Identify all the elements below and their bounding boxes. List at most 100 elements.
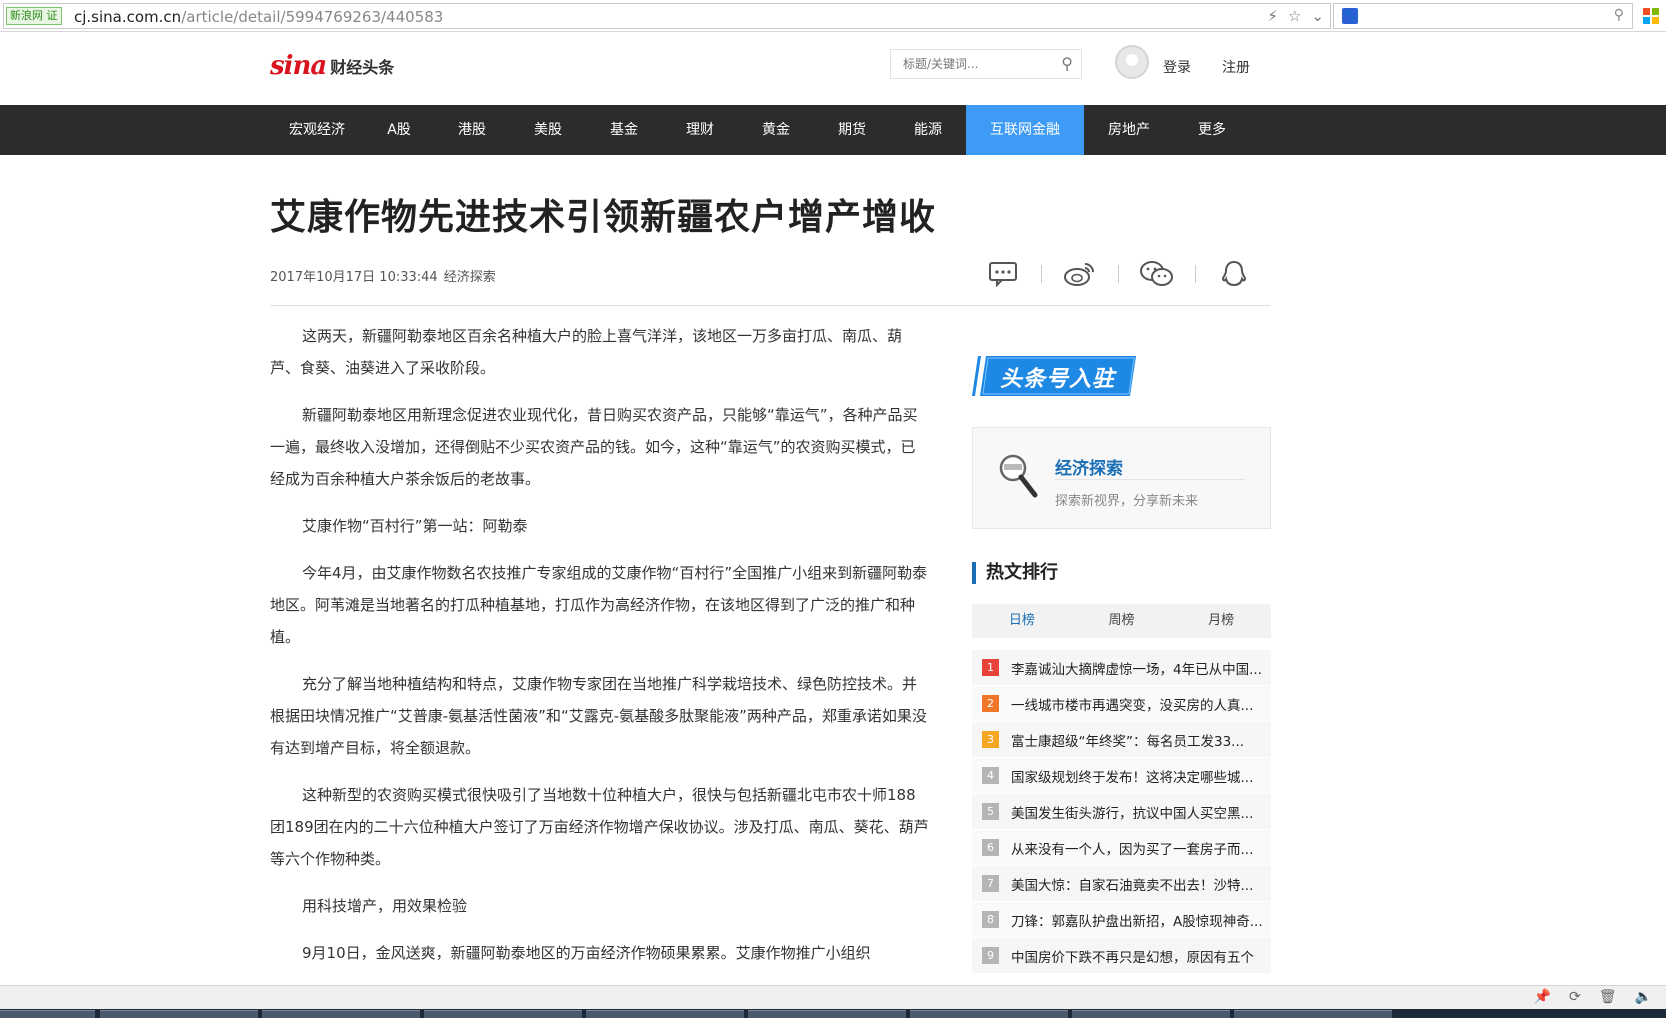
taskbar-button[interactable] xyxy=(0,1010,95,1018)
trash-icon[interactable]: 🗑 xyxy=(1599,989,1617,1005)
magnifier-icon xyxy=(993,450,1049,506)
article-title: 艾康作物先进技术引领新疆农户增产增收 xyxy=(270,197,937,238)
pin-icon[interactable]: 📌 xyxy=(1534,989,1551,1005)
author-desc: 探索新视界，分享新未来 xyxy=(1055,494,1199,509)
list-item[interactable]: 1 李嘉诚汕大摘牌虚惊一场，4年已从中国... xyxy=(972,650,1271,686)
author-name[interactable]: 经济探索 xyxy=(1055,454,1123,479)
taskbar-button[interactable] xyxy=(424,1010,582,1018)
list-item[interactable]: 8 刀锋：郭嘉队护盘出新招，A股惊现神奇... xyxy=(972,902,1271,938)
banner-text: 头条号入驻 xyxy=(1000,367,1116,392)
nav-item-hk-stocks[interactable]: 港股 xyxy=(434,105,510,155)
list-item[interactable]: 3 富士康超级“年终奖”：每名员工发33... xyxy=(972,722,1271,758)
nav-item-more[interactable]: 更多 xyxy=(1174,105,1250,155)
apps-grid-icon[interactable] xyxy=(1643,8,1659,24)
nav-item-funds[interactable]: 基金 xyxy=(586,105,662,155)
address-bar-icons: ⚡ ☆ ⌄ xyxy=(1267,7,1324,25)
taskbar-button[interactable] xyxy=(100,1010,258,1018)
browser-status-bar: 📌 ⟳ 🗑 🔈 xyxy=(0,985,1666,1009)
taskbar-button[interactable] xyxy=(910,1010,1068,1018)
url-text[interactable]: cj.sina.com.cn/article/detail/5994769263… xyxy=(74,8,443,26)
nav-item-finance[interactable]: 理财 xyxy=(662,105,738,155)
volume-icon[interactable]: 🔈 xyxy=(1635,989,1652,1005)
tab-daily[interactable]: 日榜 xyxy=(972,604,1072,638)
article-date: 2017年10月17日 10:33:44 xyxy=(270,270,438,285)
list-item[interactable]: 7 美国大惊：自家石油竟卖不出去！沙特... xyxy=(972,866,1271,902)
list-item[interactable]: 4 国家级规划终于发布！这将决定哪些城... xyxy=(972,758,1271,794)
nav-item-energy[interactable]: 能源 xyxy=(890,105,966,155)
browser-address-bar: 新浪网 证 cj.sina.com.cn/article/detail/5994… xyxy=(0,0,1666,32)
taskbar-button[interactable] xyxy=(1234,1010,1392,1018)
register-link[interactable]: 注册 xyxy=(1222,57,1250,77)
avatar[interactable] xyxy=(1115,45,1149,79)
url-field[interactable]: 新浪网 证 cj.sina.com.cn/article/detail/5994… xyxy=(3,3,1331,29)
status-icons: 📌 ⟳ 🗑 🔈 xyxy=(1534,989,1652,1005)
rank-badge: 6 xyxy=(982,839,999,856)
article-paragraph: 充分了解当地种植结构和特点，艾康作物专家团在当地推广科学栽培技术、绿色防控技术。… xyxy=(270,675,927,757)
tab-monthly[interactable]: 月榜 xyxy=(1171,604,1271,638)
taskbar-button[interactable] xyxy=(262,1010,420,1018)
search-icon[interactable]: ⚲ xyxy=(1614,7,1624,23)
article-meta: 2017年10月17日 10:33:44 经济探索 xyxy=(270,266,496,285)
rank-badge: 3 xyxy=(982,731,999,748)
tab-weekly[interactable]: 周榜 xyxy=(1072,604,1172,638)
list-item[interactable]: 2 一线城市楼市再遇突变，没买房的人真... xyxy=(972,686,1271,722)
rank-badge: 2 xyxy=(982,695,999,712)
taskbar-button[interactable] xyxy=(748,1010,906,1018)
search-input[interactable] xyxy=(891,50,1041,78)
hot-item-title[interactable]: 一线城市楼市再遇突变，没买房的人真... xyxy=(1011,694,1271,714)
hot-item-title[interactable]: 李嘉诚汕大摘牌虚惊一场，4年已从中国... xyxy=(1011,658,1271,678)
article-paragraph: 艾康作物“百村行”第一站：阿勒泰 xyxy=(302,517,528,535)
hot-item-title[interactable]: 国家级规划终于发布！这将决定哪些城... xyxy=(1011,766,1271,786)
hot-item-title[interactable]: 刀锋：郭嘉队护盘出新招，A股惊现神奇... xyxy=(1011,910,1271,930)
author-card: 经济探索 探索新视界，分享新未来 xyxy=(972,427,1271,529)
browser-search-field[interactable]: 🐾 ⚲ xyxy=(1333,3,1633,29)
hot-item-title[interactable]: 美国发生街头游行，抗议中国人买空黑... xyxy=(1011,802,1271,822)
list-item[interactable]: 9 中国房价下跌不再只是幻想，原因有五个 xyxy=(972,938,1271,974)
nav-item-a-shares[interactable]: A股 xyxy=(364,105,434,155)
rank-badge: 7 xyxy=(982,875,999,892)
refresh-icon[interactable]: ⟳ xyxy=(1569,989,1581,1005)
list-item[interactable]: 5 美国发生街头游行，抗议中国人买空黑... xyxy=(972,794,1271,830)
chevron-down-icon[interactable]: ⌄ xyxy=(1311,7,1324,25)
article-paragraph: 新疆阿勒泰地区用新理念促进农业现代化，昔日购买农资产品，只能够“靠运气”，各种产… xyxy=(270,406,918,488)
qq-icon[interactable] xyxy=(1216,258,1252,290)
rank-badge: 5 xyxy=(982,803,999,820)
nav-item-real-estate[interactable]: 房地产 xyxy=(1084,105,1174,155)
rank-badge: 9 xyxy=(982,947,999,964)
hot-item-title[interactable]: 美国大惊：自家石油竟卖不出去！沙特... xyxy=(1011,874,1271,894)
hot-item-title[interactable]: 从来没有一个人，因为买了一套房子而... xyxy=(1011,838,1271,858)
author-divider xyxy=(1055,479,1245,480)
lightning-icon[interactable]: ⚡ xyxy=(1267,7,1278,25)
hot-list: 1 李嘉诚汕大摘牌虚惊一场，4年已从中国... 2 一线城市楼市再遇突变，没买房的人… xyxy=(972,650,1271,974)
os-taskbar xyxy=(0,1009,1666,1018)
paw-icon[interactable]: 🐾 xyxy=(1342,8,1358,24)
comment-icon[interactable] xyxy=(985,258,1021,290)
wechat-icon[interactable] xyxy=(1139,258,1175,290)
list-item[interactable]: 6 从来没有一个人，因为买了一套房子而... xyxy=(972,830,1271,866)
toutiao-join-banner[interactable]: 头条号入驻 xyxy=(972,354,1136,398)
hot-item-title[interactable]: 富士康超级“年终奖”：每名员工发33... xyxy=(1011,730,1271,750)
taskbar-button[interactable] xyxy=(586,1010,744,1018)
search-icon[interactable]: ⚲ xyxy=(1061,54,1073,73)
nav-item-internet-finance[interactable]: 互联网金融 xyxy=(966,105,1084,155)
nav-item-gold[interactable]: 黄金 xyxy=(738,105,814,155)
site-logo[interactable]: sina 财经头条 xyxy=(270,51,394,81)
login-link[interactable]: 登录 xyxy=(1163,57,1191,77)
share-bar xyxy=(985,258,1252,290)
hot-item-title[interactable]: 中国房价下跌不再只是幻想，原因有五个 xyxy=(1011,946,1271,966)
nav-item-futures[interactable]: 期货 xyxy=(814,105,890,155)
share-divider xyxy=(1041,265,1042,283)
article-paragraph: 9月10日，金风送爽，新疆阿勒泰地区的万亩经济作物硕果累累。艾康作物推广小组织 xyxy=(302,944,871,962)
weibo-icon[interactable] xyxy=(1062,258,1098,290)
article-source[interactable]: 经济探索 xyxy=(444,270,496,285)
main-nav: 宏观经济 A股 港股 美股 基金 理财 黄金 期货 能源 互联网金融 房地产 更… xyxy=(0,105,1666,155)
certificate-badge[interactable]: 新浪网 证 xyxy=(6,7,62,25)
nav-item-macro[interactable]: 宏观经济 xyxy=(270,105,364,155)
taskbar-button[interactable] xyxy=(1072,1010,1230,1018)
hot-articles-title: 热文排行 xyxy=(972,562,1058,584)
nav-item-us-stocks[interactable]: 美股 xyxy=(510,105,586,155)
hot-tabs: 日榜 周榜 月榜 xyxy=(972,604,1271,638)
share-divider xyxy=(1195,265,1196,283)
star-icon[interactable]: ☆ xyxy=(1288,7,1301,25)
article-divider xyxy=(270,305,1270,306)
